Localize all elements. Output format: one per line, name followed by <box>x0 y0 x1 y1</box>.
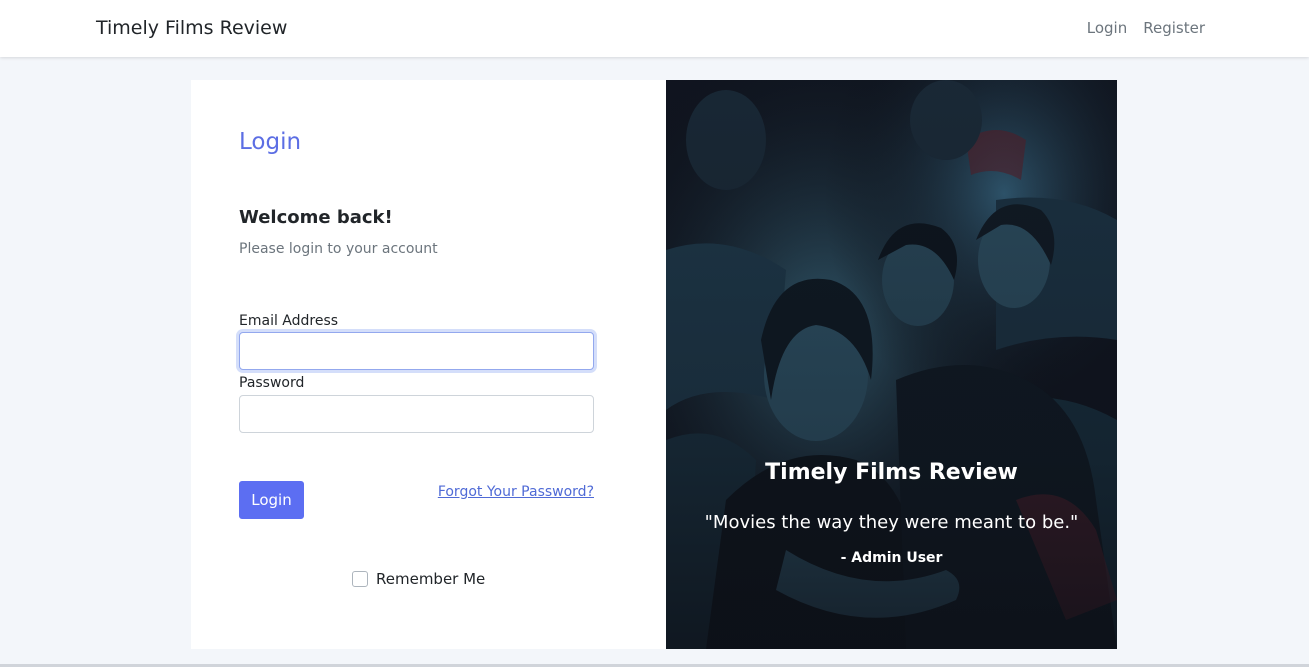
hero-caption: Timely Films Review "Movies the way they… <box>666 460 1117 566</box>
nav-links: Login Register <box>1087 19 1205 37</box>
hero-panel: Timely Films Review "Movies the way they… <box>666 80 1117 649</box>
nav-register-link[interactable]: Register <box>1143 19 1205 37</box>
remember-me-label: Remember Me <box>376 570 486 588</box>
hero-title: Timely Films Review <box>765 460 1018 485</box>
nav-login-link[interactable]: Login <box>1087 19 1127 37</box>
email-label: Email Address <box>239 313 339 329</box>
email-field[interactable] <box>239 332 594 370</box>
welcome-heading: Welcome back! <box>239 207 393 228</box>
brand-link[interactable]: Timely Films Review <box>96 17 287 39</box>
login-panel: Login Welcome back! Please login to your… <box>191 80 666 649</box>
password-label: Password <box>239 375 305 391</box>
login-subtitle: Please login to your account <box>239 241 438 257</box>
password-field[interactable] <box>239 395 594 433</box>
login-button[interactable]: Login <box>239 481 304 519</box>
remember-me-checkbox[interactable] <box>352 571 368 587</box>
remember-me-row[interactable]: Remember Me <box>352 570 485 588</box>
forgot-password-link[interactable]: Forgot Your Password? <box>438 484 594 500</box>
top-navbar: Timely Films Review Login Register <box>0 0 1309 57</box>
login-card: Login Welcome back! Please login to your… <box>191 80 1117 649</box>
hero-author: - Admin User <box>840 550 943 566</box>
login-title: Login <box>239 129 302 155</box>
hero-quote: "Movies the way they were meant to be." <box>704 512 1079 533</box>
